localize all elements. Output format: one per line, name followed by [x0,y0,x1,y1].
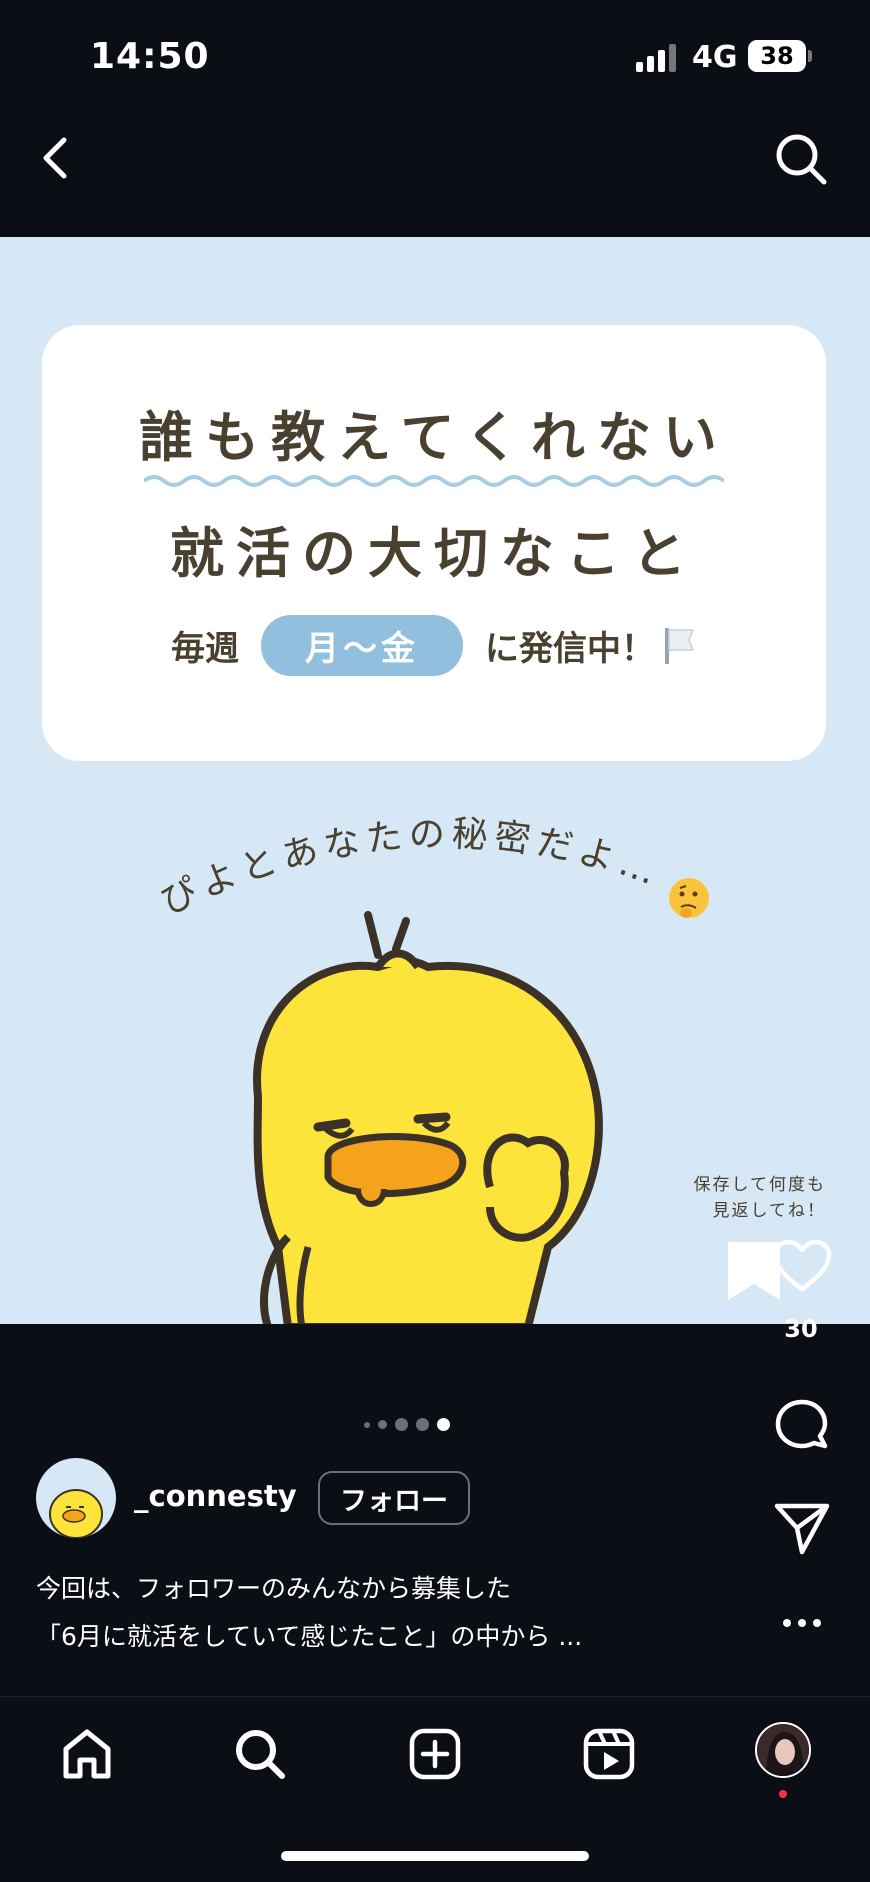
chick-avatar-icon [49,1489,103,1538]
caption-line-2: 「6月に就活をしていて感じたこと」の中から ... [36,1622,583,1651]
search-button[interactable] [770,128,832,190]
heart-icon [772,1239,832,1292]
network-label: 4G [692,40,738,75]
comment-icon [775,1399,828,1449]
author-avatar[interactable] [36,1458,116,1538]
like-button[interactable] [770,1234,834,1298]
reels-icon [583,1728,635,1780]
author-username[interactable]: _connesty [134,1479,297,1513]
caption-line-1: 今回は、フォロワーのみんなから募集した [36,1574,512,1603]
battery-icon: 38 [748,40,806,72]
schedule-row: 毎週 月〜金 に発信中！ [42,615,826,676]
post-media[interactable]: 誰も教えてくれない 就活の大切なこと 毎週 月〜金 に発信中！ ぴよとあなたの秘… [0,237,870,1324]
profile-notification-dot [779,1790,787,1798]
carousel-dot [416,1418,429,1431]
save-note-line-2: 見返してね！ [712,1201,826,1221]
home-indicator [281,1851,589,1861]
flag-icon [665,627,695,664]
back-button[interactable] [30,130,80,186]
post-caption[interactable]: 今回は、フォロワーのみんなから募集した 「6月に就活をしていて感じたこと」の中か… [36,1565,582,1661]
like-count: 30 [784,1315,818,1343]
comment-button[interactable] [770,1394,834,1458]
schedule-suffix: に発信中！ [485,629,655,669]
tab-home[interactable] [55,1722,119,1786]
tab-search[interactable] [228,1722,292,1786]
status-time: 14:50 [90,36,210,77]
follow-button[interactable]: フォロー [318,1471,470,1525]
tab-profile[interactable] [755,1722,811,1778]
carousel-dot [364,1421,370,1428]
tab-reels[interactable] [577,1722,641,1786]
tab-create[interactable] [403,1722,467,1786]
carousel-dot [378,1420,387,1429]
thinking-face-icon [669,878,709,918]
schedule-prefix: 毎週 [171,629,239,669]
home-icon [63,1729,111,1779]
share-button[interactable] [770,1497,834,1561]
search-icon [236,1730,285,1779]
create-icon [409,1728,461,1780]
title-line-1: 誰も教えてくれない [139,406,729,469]
signal-icon [636,44,680,72]
schedule-days-pill: 月〜金 [261,615,463,676]
wave-underline [144,475,724,487]
carousel-dot [395,1418,408,1431]
send-icon [774,1503,830,1555]
carousel-indicator [364,1418,450,1431]
battery-tip [808,50,812,62]
save-note-line-1: 保存して何度も [693,1175,826,1195]
more-button[interactable] [772,1606,832,1640]
title-card: 誰も教えてくれない 就活の大切なこと 毎週 月〜金 に発信中！ [42,325,826,761]
save-note: 保存して何度も 見返してね！ [694,1172,827,1224]
carousel-dot-active [437,1418,450,1431]
search-icon [776,134,827,185]
chick-illustration [253,911,603,1324]
title-line-2: 就活の大切なこと [170,522,698,585]
more-icon [783,1619,821,1627]
chevron-left-icon [43,137,67,179]
